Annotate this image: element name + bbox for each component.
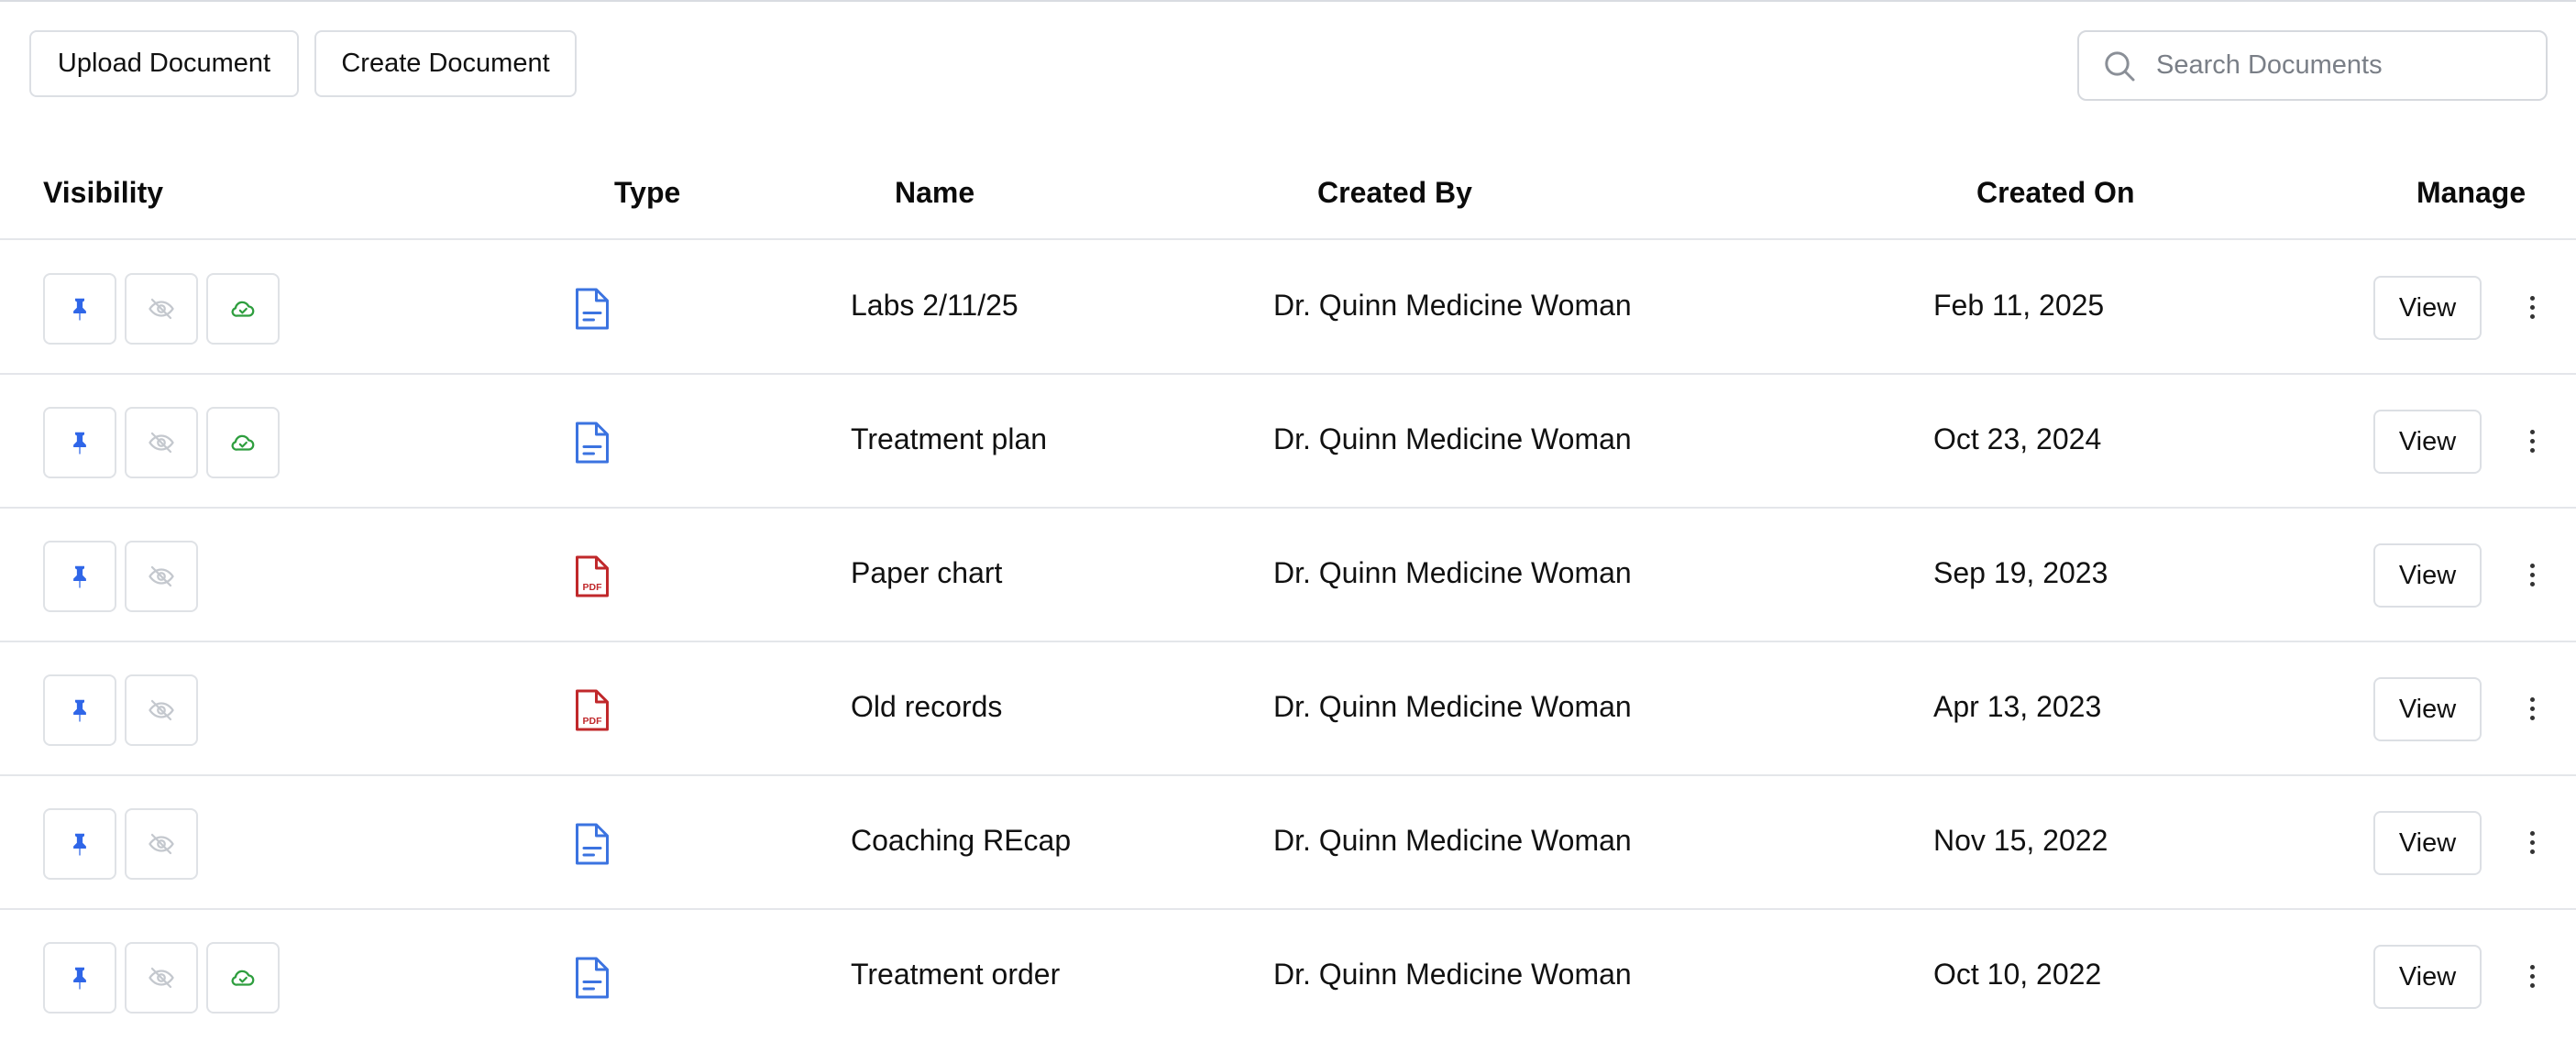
document-name[interactable]: Coaching REcap — [851, 824, 1071, 858]
created-on: Apr 13, 2023 — [1933, 690, 2102, 723]
pin-icon — [66, 830, 94, 858]
visibility-controls — [43, 942, 280, 1014]
cloud-sync-button[interactable] — [206, 273, 280, 345]
header-created-on: Created On — [1976, 176, 2135, 209]
created-on: Feb 11, 2025 — [1933, 289, 2105, 322]
header-created-by: Created By — [1317, 176, 1472, 209]
created-on: Oct 23, 2024 — [1933, 422, 2102, 455]
eye-off-icon — [148, 429, 175, 456]
search-input[interactable] — [2156, 50, 2523, 81]
more-options-icon[interactable] — [2523, 824, 2541, 860]
eye-off-icon — [148, 563, 175, 590]
cloud-check-icon — [229, 964, 257, 992]
document-name[interactable]: Old records — [851, 690, 1002, 724]
hide-toggle-button[interactable] — [125, 942, 198, 1014]
more-options-icon[interactable] — [2523, 556, 2541, 593]
hide-toggle-button[interactable] — [125, 674, 198, 746]
table-row: Labs 2/11/25 Dr. Quinn Medicine Woman Fe… — [0, 241, 2576, 375]
pin-icon — [66, 429, 94, 456]
table-row: Treatment order Dr. Quinn Medicine Woman… — [0, 910, 2576, 1041]
table-header: Visibility Type Name Created By Created … — [0, 148, 2576, 240]
visibility-controls — [43, 674, 198, 746]
view-button[interactable]: View — [2373, 811, 2482, 875]
created-by: Dr. Quinn Medicine Woman — [1273, 824, 1632, 857]
pdf-icon: PDF — [573, 688, 611, 732]
view-button[interactable]: View — [2373, 543, 2482, 608]
table-row: Coaching REcap Dr. Quinn Medicine Woman … — [0, 776, 2576, 910]
view-button[interactable]: View — [2373, 677, 2482, 741]
header-name: Name — [895, 176, 975, 209]
pin-icon — [66, 295, 94, 323]
table-row: PDF Old records Dr. Quinn Medicine Woman… — [0, 642, 2576, 776]
pin-toggle-button[interactable] — [43, 942, 116, 1014]
upload-document-button[interactable]: Upload Document — [29, 30, 299, 97]
pin-icon — [66, 964, 94, 992]
table-row: PDF Paper chart Dr. Quinn Medicine Woman… — [0, 509, 2576, 642]
document-name[interactable]: Treatment plan — [851, 422, 1047, 456]
document-name[interactable]: Paper chart — [851, 556, 1002, 590]
created-by: Dr. Quinn Medicine Woman — [1273, 422, 1632, 455]
pin-toggle-button[interactable] — [43, 541, 116, 612]
view-button[interactable]: View — [2373, 410, 2482, 474]
eye-off-icon — [148, 964, 175, 992]
created-on: Sep 19, 2023 — [1933, 556, 2108, 589]
header-visibility: Visibility — [43, 176, 164, 209]
table-row: Treatment plan Dr. Quinn Medicine Woman … — [0, 375, 2576, 509]
created-on: Nov 15, 2022 — [1933, 824, 2108, 857]
more-options-icon[interactable] — [2523, 422, 2541, 459]
pin-icon — [66, 696, 94, 724]
document-name[interactable]: Labs 2/11/25 — [851, 289, 1018, 323]
header-manage: Manage — [2416, 176, 2526, 209]
cloud-sync-button[interactable] — [206, 942, 280, 1014]
document-icon — [573, 421, 611, 465]
eye-off-icon — [148, 295, 175, 323]
document-name[interactable]: Treatment order — [851, 958, 1060, 992]
cloud-check-icon — [229, 429, 257, 456]
cloud-check-icon — [229, 295, 257, 323]
toolbar: Upload Document Create Document — [29, 30, 577, 97]
document-icon — [573, 822, 611, 866]
hide-toggle-button[interactable] — [125, 273, 198, 345]
visibility-controls — [43, 541, 198, 612]
svg-text:PDF: PDF — [583, 716, 603, 727]
pin-toggle-button[interactable] — [43, 674, 116, 746]
pin-toggle-button[interactable] — [43, 407, 116, 478]
pin-toggle-button[interactable] — [43, 808, 116, 880]
visibility-controls — [43, 407, 280, 478]
view-button[interactable]: View — [2373, 945, 2482, 1009]
more-options-icon[interactable] — [2523, 289, 2541, 325]
search-box — [2077, 30, 2548, 101]
visibility-controls — [43, 273, 280, 345]
search-icon — [2105, 50, 2135, 81]
svg-text:PDF: PDF — [583, 582, 603, 593]
created-by: Dr. Quinn Medicine Woman — [1273, 958, 1632, 991]
documents-page: Upload Document Create Document Visibili… — [0, 0, 2576, 1041]
header-type: Type — [614, 176, 681, 209]
pin-icon — [66, 563, 94, 590]
view-button[interactable]: View — [2373, 276, 2482, 340]
created-by: Dr. Quinn Medicine Woman — [1273, 289, 1632, 322]
cloud-sync-button[interactable] — [206, 407, 280, 478]
created-by: Dr. Quinn Medicine Woman — [1273, 690, 1632, 723]
create-document-button[interactable]: Create Document — [314, 30, 577, 97]
more-options-icon[interactable] — [2523, 958, 2541, 994]
created-by: Dr. Quinn Medicine Woman — [1273, 556, 1632, 589]
more-options-icon[interactable] — [2523, 690, 2541, 727]
hide-toggle-button[interactable] — [125, 541, 198, 612]
created-on: Oct 10, 2022 — [1933, 958, 2102, 991]
hide-toggle-button[interactable] — [125, 808, 198, 880]
visibility-controls — [43, 808, 198, 880]
eye-off-icon — [148, 830, 175, 858]
eye-off-icon — [148, 696, 175, 724]
document-icon — [573, 287, 611, 331]
pdf-icon: PDF — [573, 554, 611, 598]
hide-toggle-button[interactable] — [125, 407, 198, 478]
pin-toggle-button[interactable] — [43, 273, 116, 345]
document-icon — [573, 956, 611, 1000]
